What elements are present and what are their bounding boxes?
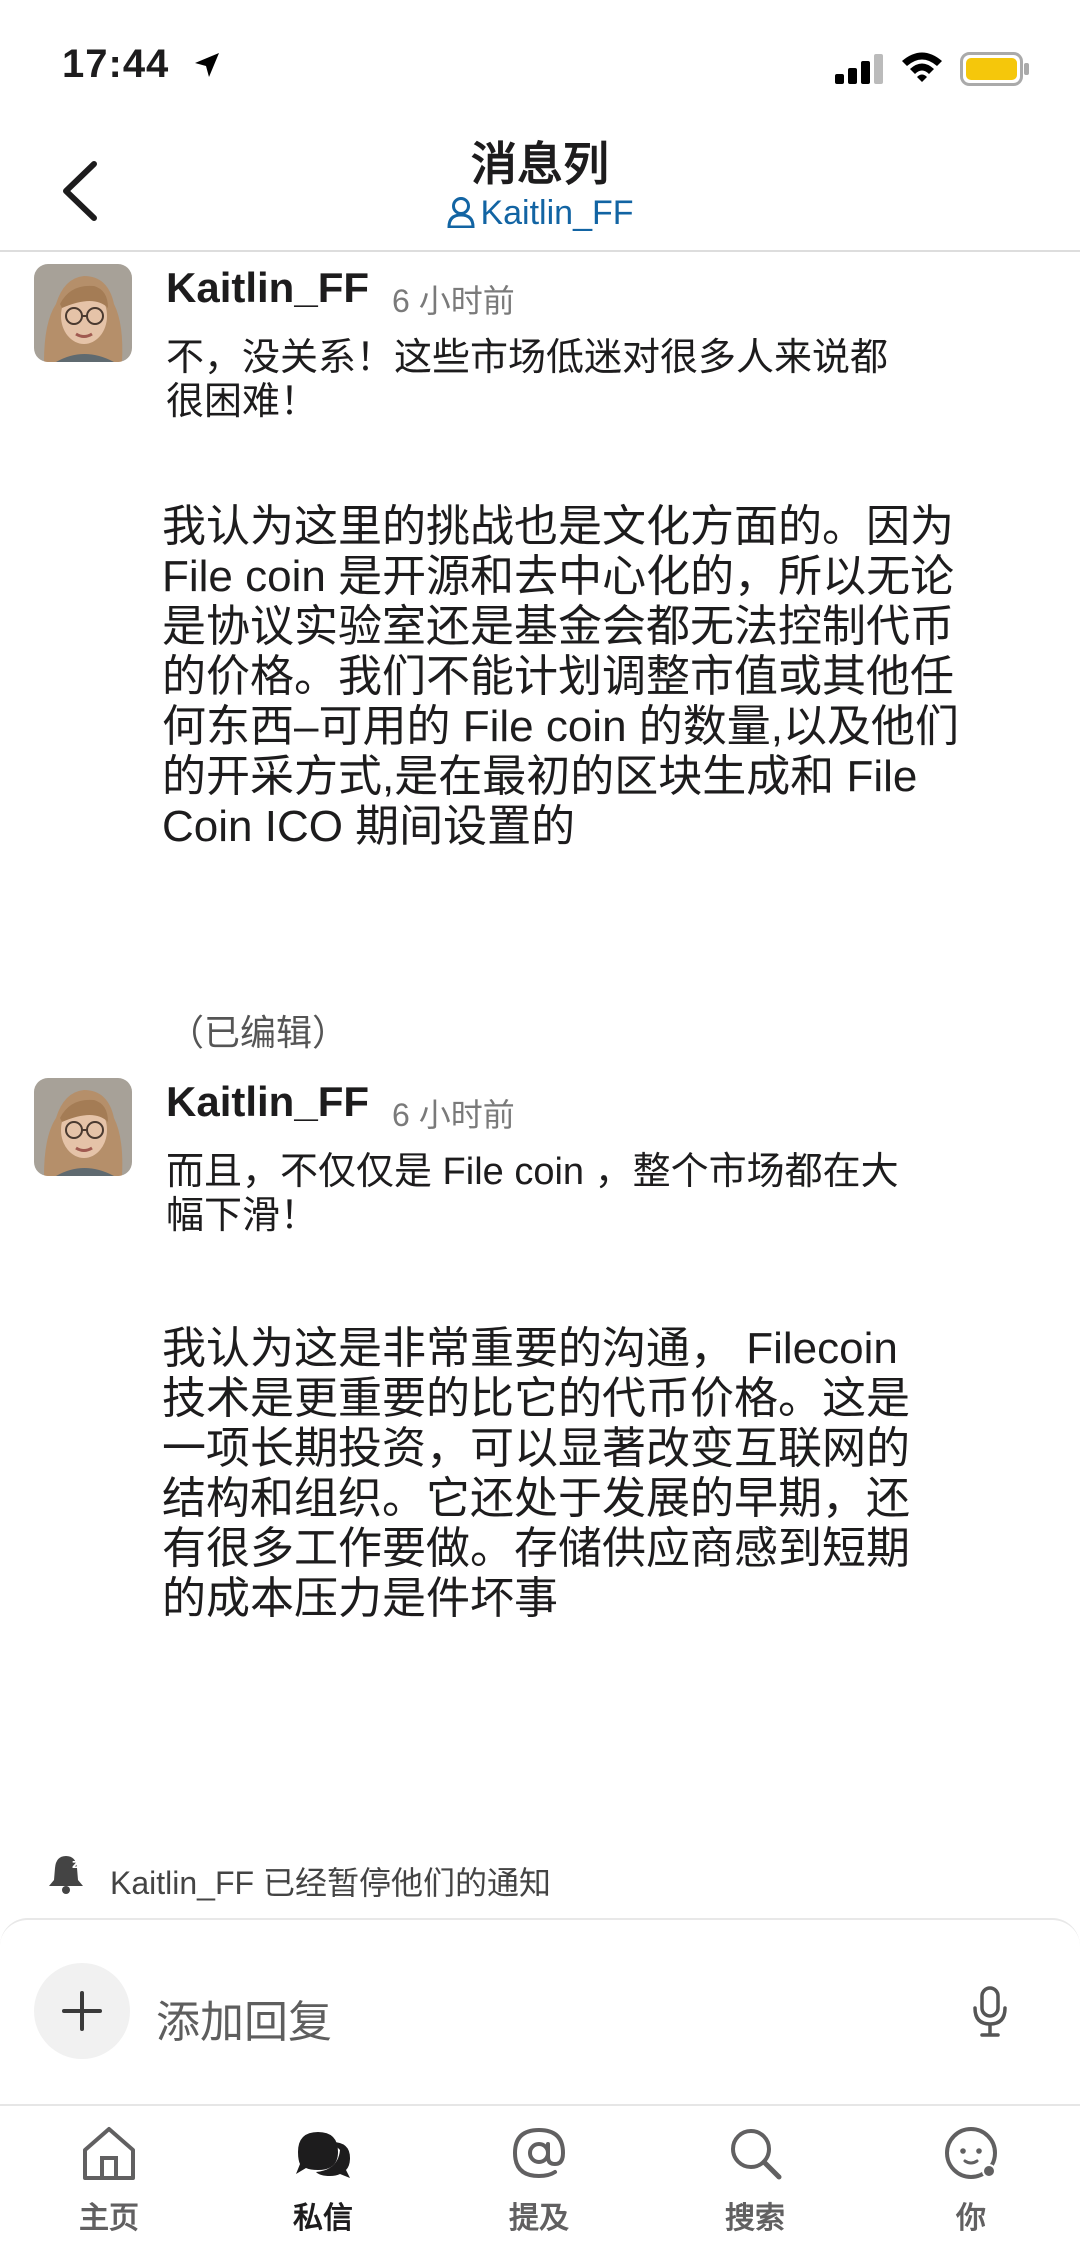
tab-label: 搜索 <box>725 2202 785 2235</box>
tab-dms[interactable]: 私信 <box>248 2124 398 2237</box>
tab-label: 提及 <box>509 2202 569 2235</box>
notification-paused-text: Kaitlin_FF 已经暂停他们的通知 <box>110 1865 551 1901</box>
microphone-icon[interactable] <box>970 1986 1010 2038</box>
message-author[interactable]: Kaitlin_FF <box>166 1078 369 1126</box>
tab-mentions[interactable]: 提及 <box>464 2124 614 2237</box>
mention-icon <box>512 2127 566 2179</box>
home-icon <box>83 2127 135 2180</box>
reply-input[interactable]: 添加回复 <box>156 1986 332 2050</box>
avatar[interactable] <box>34 264 132 362</box>
tab-home[interactable]: 主页 <box>34 2124 184 2237</box>
status-time: 17:44 <box>62 42 170 86</box>
profile-icon <box>945 2127 997 2179</box>
message-text: 不，没关系！这些市场低迷对很多人来说都 很困难！ <box>166 337 889 423</box>
message-author[interactable]: Kaitlin_FF <box>166 264 369 312</box>
channel-member-name: Kaitlin_FF <box>480 194 634 232</box>
tab-search[interactable]: 搜索 <box>680 2124 830 2237</box>
tab-label: 主页 <box>79 2202 139 2235</box>
wifi-icon <box>902 52 942 82</box>
avatar[interactable] <box>34 1078 132 1176</box>
message-text: 而且，不仅仅是 File coin ，整个市场都在大 幅下滑！ <box>166 1151 899 1237</box>
tab-label: 私信 <box>293 2202 353 2235</box>
dm-icon <box>296 2132 350 2178</box>
header-divider <box>0 250 1080 252</box>
channel-member-link[interactable]: Kaitlin_FF <box>0 194 1080 233</box>
battery-icon <box>960 52 1029 86</box>
signal-icon <box>835 54 883 84</box>
page-title: 消息列 <box>471 138 609 190</box>
message-text: 我认为这里的挑战也是文化方面的。因为 File coin 是开源和去中心化的，所… <box>162 502 959 851</box>
search-icon <box>731 2129 782 2180</box>
add-attachment-button[interactable] <box>34 1963 130 2059</box>
bell-muted-icon: z <box>49 1856 83 1894</box>
message-timestamp: 6 小时前 <box>392 283 515 319</box>
message-text: 我认为这是非常重要的沟通， Filecoin 技术是更重要的比它的代币价格。这是… <box>162 1324 910 1623</box>
edited-label: （已编辑） <box>168 1012 349 1053</box>
message-timestamp: 6 小时前 <box>392 1097 515 1133</box>
location-arrow-icon <box>195 53 219 77</box>
tab-you[interactable]: 你 <box>896 2124 1046 2237</box>
person-icon <box>447 197 475 229</box>
plus-icon <box>62 1991 102 2031</box>
svg-text:z: z <box>72 1857 79 1871</box>
tab-label: 你 <box>956 2202 986 2235</box>
